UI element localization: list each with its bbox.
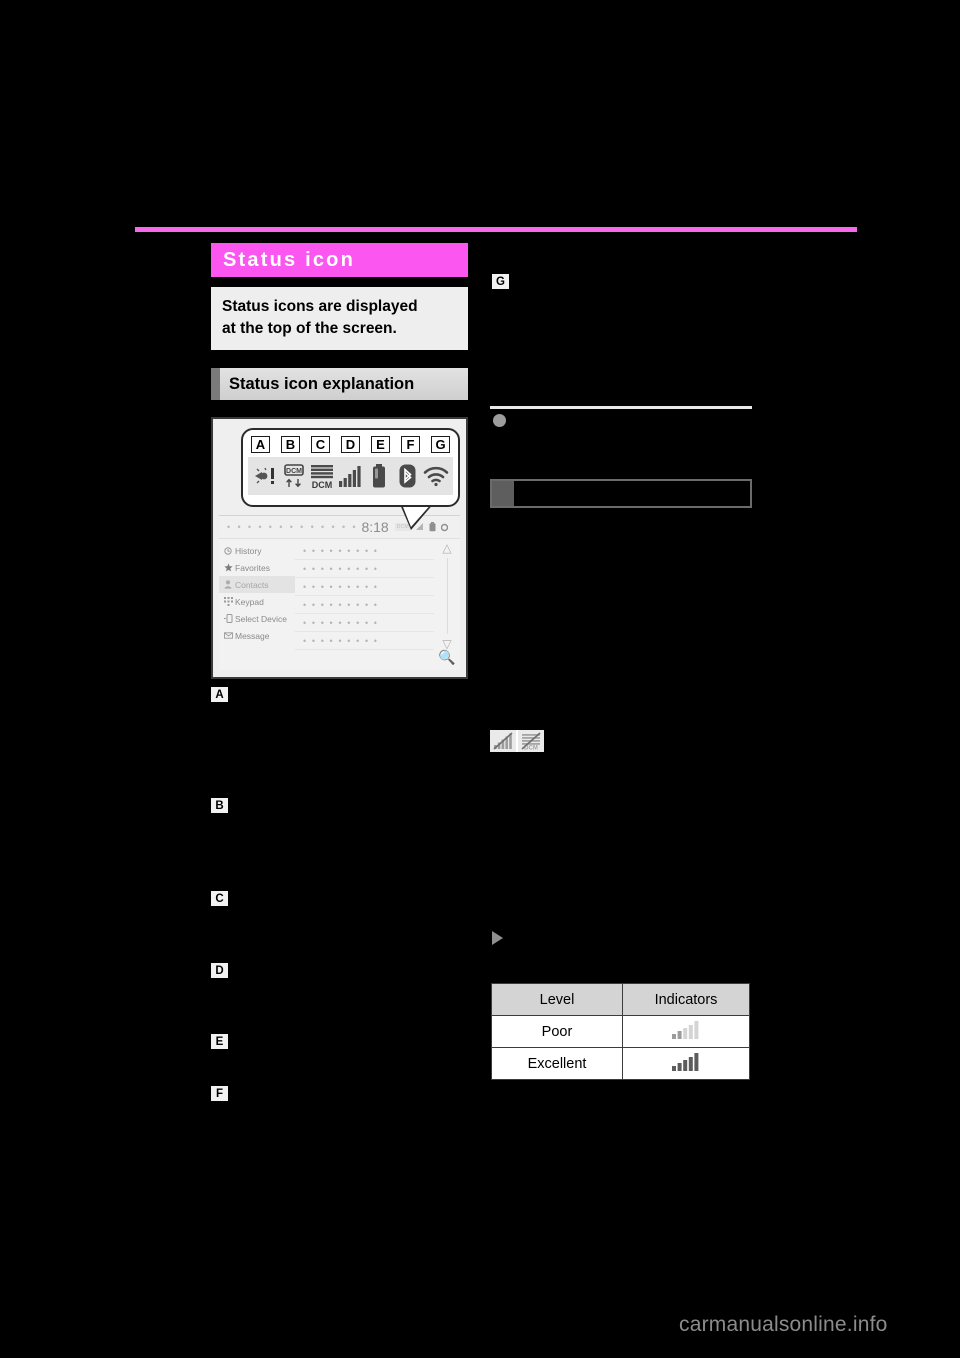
screen-title-placeholder: • • • • • • • • • • • • • xyxy=(227,522,358,532)
callout-letter-g: G xyxy=(431,436,450,453)
signal-level-table: Level Indicators Poor Excellent xyxy=(491,983,750,1080)
signal-bars-icon xyxy=(337,461,363,491)
subsection-box-header xyxy=(490,479,752,508)
menu-item-message[interactable]: Message xyxy=(219,627,295,644)
menu-item-contacts[interactable]: Contacts xyxy=(219,576,295,593)
dcm-crossed-icon: DCM xyxy=(518,730,544,752)
screen-sim-icon xyxy=(441,523,448,532)
keypad-icon xyxy=(224,597,235,606)
table-header-indicators: Indicators xyxy=(622,983,750,1016)
device-list-column: • • • • • • • • • • • • • • • • • • • • … xyxy=(295,539,434,670)
signal-bars-full-icon xyxy=(671,1052,701,1076)
page-title: Status icon xyxy=(211,243,468,277)
callout-letter-b: B xyxy=(281,436,300,453)
menu-item-select-device[interactable]: Select Device xyxy=(219,610,295,627)
menu-item-label: History xyxy=(235,545,262,556)
signal-bars-weak-icon xyxy=(671,1020,701,1044)
callout-letter-a: A xyxy=(251,436,270,453)
status-icon-illustration: A B C D E F G DCM DCM • • • • • • • • • … xyxy=(211,417,468,679)
list-item[interactable]: • • • • • • • • • xyxy=(295,560,434,578)
menu-item-history[interactable]: History xyxy=(219,542,295,559)
body-marker-d: D xyxy=(211,963,228,978)
callout-letter-e: E xyxy=(371,436,390,453)
menu-item-label: Contacts xyxy=(235,579,269,590)
list-item[interactable]: • • • • • • • • • xyxy=(295,542,434,560)
device-icon xyxy=(224,614,235,623)
callout-letter-c: C xyxy=(311,436,330,453)
subsection-tab xyxy=(211,368,220,400)
table-row: Poor xyxy=(491,1015,750,1048)
callout-letter-row: A B C D E F G xyxy=(243,430,458,453)
page-title-text: Status icon xyxy=(223,248,355,271)
menu-item-label: Favorites xyxy=(235,562,270,573)
left-column: Status icon Status icons are displayed a… xyxy=(211,243,468,1101)
callout-balloon: A B C D E F G DCM DCM xyxy=(241,428,460,507)
alert-warning-icon xyxy=(252,461,278,491)
menu-item-keypad[interactable]: Keypad xyxy=(219,593,295,610)
device-screen-body: History Favorites Contacts Keypad Select… xyxy=(219,539,460,670)
table-cell-level: Poor xyxy=(491,1015,623,1048)
table-header-row: Level Indicators xyxy=(491,983,750,1016)
svg-text:DCM: DCM xyxy=(312,480,333,490)
table-cell-indicator xyxy=(622,1047,750,1080)
menu-item-label: Message xyxy=(235,630,270,641)
callout-letter-d: D xyxy=(341,436,360,453)
header-accent-rule xyxy=(135,227,857,232)
device-scroll-column: △ ▽ 🔍 xyxy=(434,539,460,670)
subsection-title-text: Status icon explanation xyxy=(229,374,415,393)
battery-icon xyxy=(366,461,392,491)
screen-clock: 8:18 xyxy=(361,519,389,535)
body-marker-a: A xyxy=(211,687,228,702)
body-marker-c: C xyxy=(211,891,228,906)
subsection-header: Status icon explanation xyxy=(211,368,468,400)
body-marker-e: E xyxy=(211,1034,228,1049)
list-item[interactable]: • • • • • • • • • xyxy=(295,614,434,632)
page-root: Status icon Status icons are displayed a… xyxy=(0,0,960,1358)
table-header-level: Level xyxy=(491,983,623,1016)
dcm-signal-icon: DCM xyxy=(309,461,335,491)
menu-item-favorites[interactable]: Favorites xyxy=(219,559,295,576)
list-item[interactable]: • • • • • • • • • xyxy=(295,596,434,614)
body-marker-g: G xyxy=(492,274,509,289)
envelope-icon xyxy=(224,632,235,639)
chevron-up-icon[interactable]: △ xyxy=(442,542,451,554)
lead-in-text: Status icons are displayed at the top of… xyxy=(222,298,418,337)
clock-icon xyxy=(224,546,235,555)
subsection-box-title xyxy=(514,481,750,506)
search-icon[interactable]: 🔍 xyxy=(438,649,455,666)
section-divider-rule xyxy=(490,406,752,409)
list-item[interactable]: • • • • • • • • • xyxy=(295,632,434,650)
body-marker-f: F xyxy=(211,1086,228,1101)
device-menu-column: History Favorites Contacts Keypad Select… xyxy=(219,539,295,670)
bluetooth-icon xyxy=(394,461,420,491)
crossed-icon-pair: DCM xyxy=(490,730,544,752)
subsection-box-tab xyxy=(492,481,514,506)
table-row: Excellent xyxy=(491,1047,750,1080)
lead-in-box: Status icons are displayed at the top of… xyxy=(211,287,468,350)
bullet-point-marker xyxy=(493,414,506,427)
callout-letter-f: F xyxy=(401,436,420,453)
device-screen-mock: • • • • • • • • • • • • • 8:18 DCM Histo… xyxy=(219,515,460,670)
svg-text:DCM: DCM xyxy=(286,468,302,475)
callout-icon-row: DCM DCM xyxy=(248,457,453,495)
person-icon xyxy=(224,580,235,589)
dcm-data-transfer-icon: DCM xyxy=(281,461,307,491)
scrollbar-track[interactable] xyxy=(446,558,448,634)
chevron-down-icon[interactable]: ▽ xyxy=(442,638,451,650)
footer-watermark: carmanualsonline.info xyxy=(679,1313,888,1336)
wifi-icon xyxy=(423,461,449,491)
body-marker-b: B xyxy=(211,798,228,813)
list-item[interactable]: • • • • • • • • • xyxy=(295,578,434,596)
star-icon xyxy=(224,563,235,572)
menu-item-label: Select Device xyxy=(235,613,287,624)
table-cell-level: Excellent xyxy=(491,1047,623,1080)
signal-bars-crossed-icon xyxy=(490,730,516,752)
table-cell-indicator xyxy=(622,1015,750,1048)
play-triangle-icon xyxy=(492,931,503,945)
menu-item-label: Keypad xyxy=(235,596,264,607)
